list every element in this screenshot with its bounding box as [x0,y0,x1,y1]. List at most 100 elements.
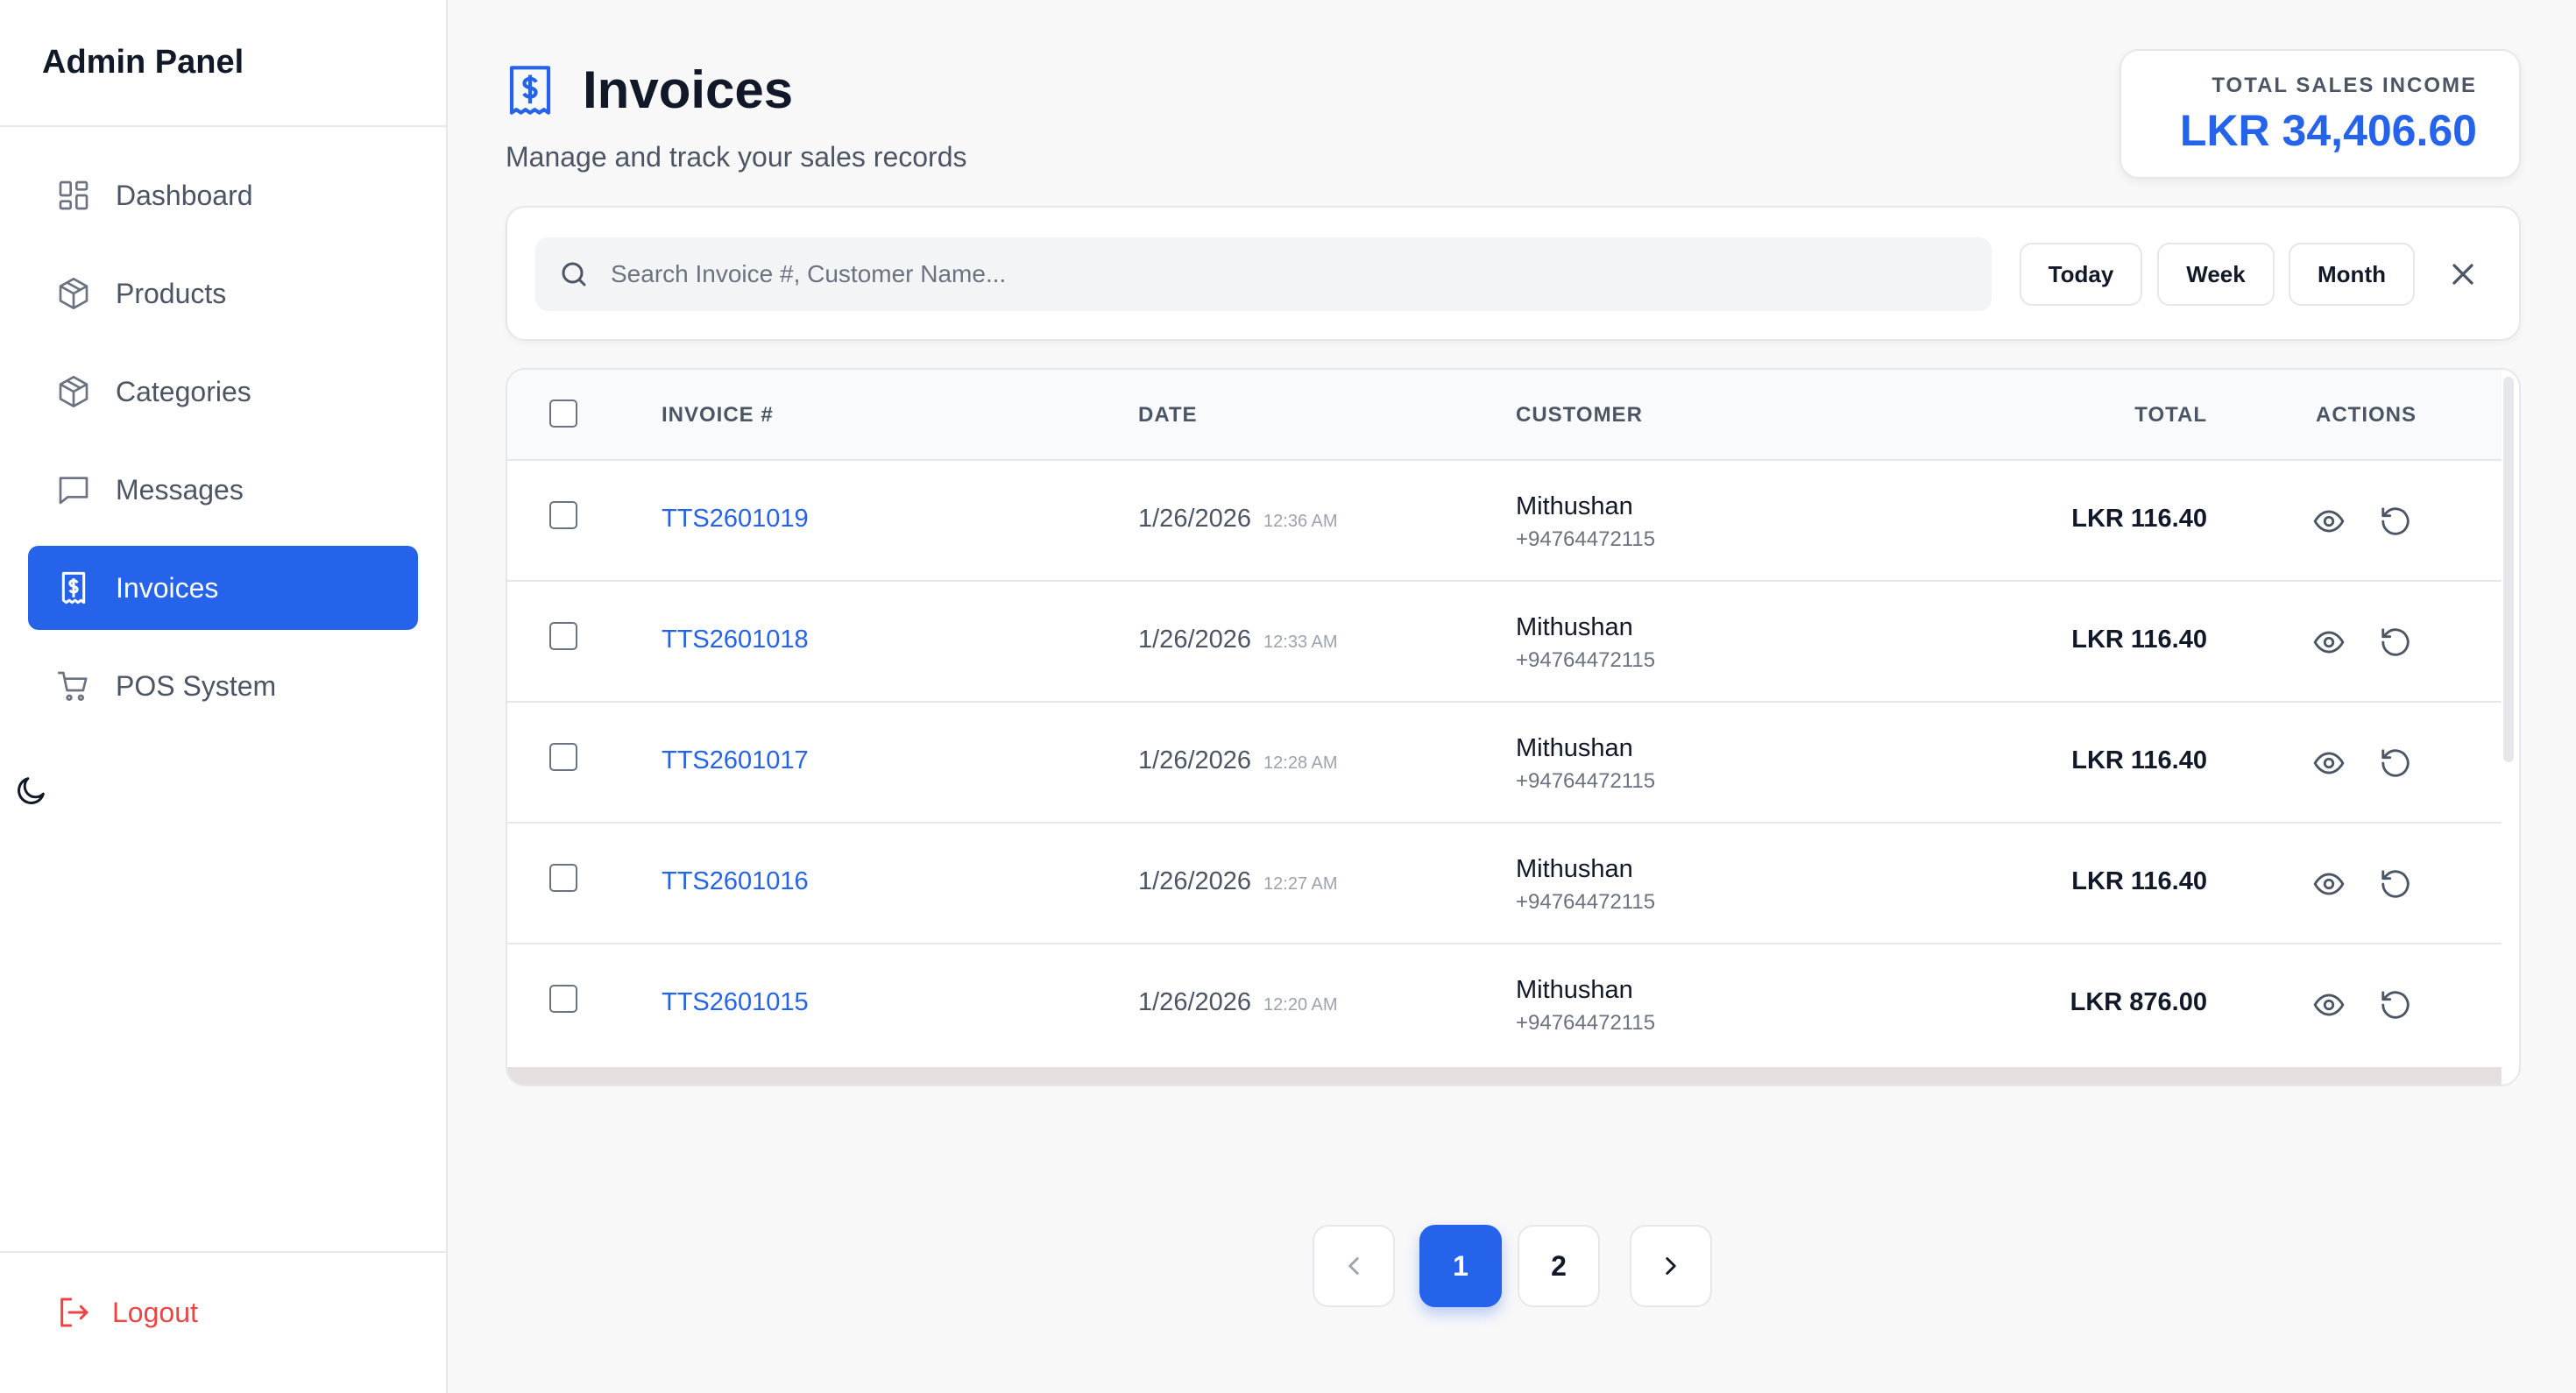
sidebar-item-pos-system[interactable]: POS System [28,644,418,728]
refund-button[interactable] [2379,988,2412,1022]
view-button[interactable] [2312,988,2346,1022]
view-button[interactable] [2312,505,2346,538]
sidebar-item-categories[interactable]: Categories [28,350,418,434]
page-button-2[interactable]: 2 [1518,1225,1600,1307]
customer-name: Mithushan [1516,613,1633,641]
table-header: INVOICE # DATE CUSTOMER TOTAL ACTIONS [507,370,2502,461]
prev-page-button[interactable] [1313,1225,1395,1307]
filter-week-button[interactable]: Week [2157,243,2275,306]
sidebar-item-invoices[interactable]: Invoices [28,546,418,630]
time-value: 12:28 AM [1263,753,1338,773]
next-page-button[interactable] [1630,1225,1712,1307]
invoice-link[interactable]: TTS2601016 [662,867,809,896]
customer-phone: +94764472115 [1516,890,1656,914]
sidebar-item-label: Categories [116,375,251,407]
customer-name: Mithushan [1516,976,1633,1004]
dashboard-icon [56,178,91,213]
column-invoice[interactable]: INVOICE # [662,403,774,428]
sidebar-item-label: POS System [116,669,277,702]
row-checkbox[interactable] [549,501,577,529]
search-input[interactable] [611,260,1925,288]
date-value: 1/26/2026 [1138,988,1252,1016]
sidebar-item-messages[interactable]: Messages [28,448,418,532]
sidebar-item-label: Products [116,277,227,309]
view-button[interactable] [2312,626,2346,659]
undo-icon [2381,870,2410,898]
invoice-link[interactable]: TTS2601015 [662,988,809,1017]
horizontal-scrollbar[interactable] [507,1067,2502,1085]
invoice-link[interactable]: TTS2601019 [662,505,809,534]
cart-icon [56,668,91,704]
table-row[interactable]: TTS2601016 1/26/2026 12:27 AM Mithushan +… [507,824,2502,944]
column-date[interactable]: DATE [1138,403,1198,428]
undo-icon [2381,749,2410,777]
column-customer[interactable]: CUSTOMER [1516,403,1643,428]
row-checkbox[interactable] [549,743,577,771]
refund-button[interactable] [2379,626,2412,659]
select-all-checkbox[interactable] [549,400,577,428]
eye-icon [2313,752,2345,774]
logout-icon [60,1298,88,1327]
chevron-left-icon [1348,1257,1359,1275]
invoice-date: 1/26/2026 12:20 AM [1138,988,1338,1017]
customer-phone: +94764472115 [1516,769,1656,793]
customer-phone: +94764472115 [1516,1011,1656,1035]
search-box[interactable] [535,237,1992,311]
vertical-scrollbar[interactable] [2503,377,2514,762]
invoice-date: 1/26/2026 12:36 AM [1138,505,1338,534]
message-icon [56,472,91,507]
table-row[interactable]: TTS2601019 1/26/2026 12:36 AM Mithushan +… [507,461,2502,582]
row-checkbox[interactable] [549,864,577,892]
logout-button[interactable]: Logout [56,1295,198,1330]
invoice-link[interactable]: TTS2601017 [662,746,809,775]
table-row[interactable]: TTS2601017 1/26/2026 12:28 AM Mithushan +… [507,703,2502,824]
total-sales-value: LKR 34,406.60 [2179,106,2477,155]
filter-month-button[interactable]: Month [2289,243,2415,306]
invoice-link[interactable]: TTS2601018 [662,626,809,654]
date-value: 1/26/2026 [1138,505,1252,533]
row-checkbox[interactable] [549,622,577,650]
total-sales-card: TOTAL SALES INCOME LKR 34,406.60 [2120,49,2521,179]
page-title: Invoices [583,60,794,119]
invoice-total: LKR 116.40 [2071,867,2207,895]
table-row[interactable]: TTS2601015 1/26/2026 12:20 AM Mithushan +… [507,944,2502,1065]
invoice-date: 1/26/2026 12:33 AM [1138,626,1338,654]
eye-icon [2313,993,2345,1016]
customer-name: Mithushan [1516,492,1633,520]
row-checkbox[interactable] [549,985,577,1013]
undo-icon [2381,991,2410,1019]
view-button[interactable] [2312,746,2346,780]
invoices-table: INVOICE # DATE CUSTOMER TOTAL ACTIONS TT… [506,368,2521,1086]
refund-button[interactable] [2379,746,2412,780]
logout-label: Logout [112,1296,198,1328]
sidebar-item-label: Invoices [116,571,219,604]
view-button[interactable] [2312,867,2346,901]
invoice-total: LKR 876.00 [2070,988,2207,1016]
customer-phone: +94764472115 [1516,527,1656,551]
total-sales-label: TOTAL SALES INCOME [2212,74,2477,97]
customer-name: Mithushan [1516,734,1633,762]
column-actions: ACTIONS [2316,403,2417,427]
time-value: 12:27 AM [1263,874,1338,894]
sidebar-nav: Dashboard Products Categories Messages I… [0,127,446,728]
sidebar-item-dashboard[interactable]: Dashboard [28,153,418,237]
customer-phone: +94764472115 [1516,648,1656,672]
theme-toggle-button[interactable] [14,773,49,808]
page-button-1[interactable]: 1 [1419,1225,1502,1307]
refund-button[interactable] [2379,505,2412,538]
table-row[interactable]: TTS2601018 1/26/2026 12:33 AM Mithushan +… [507,582,2502,703]
date-value: 1/26/2026 [1138,626,1252,654]
clear-filter-button[interactable] [2445,257,2480,292]
invoice-date: 1/26/2026 12:27 AM [1138,867,1338,896]
invoice-icon [56,570,91,605]
time-value: 12:33 AM [1263,633,1338,652]
time-value: 12:20 AM [1263,995,1338,1015]
filter-today-button[interactable]: Today [2020,243,2142,306]
refund-button[interactable] [2379,867,2412,901]
invoice-date: 1/26/2026 12:28 AM [1138,746,1338,775]
date-value: 1/26/2026 [1138,746,1252,774]
sidebar-item-products[interactable]: Products [28,251,418,336]
eye-icon [2313,510,2345,533]
time-value: 12:36 AM [1263,512,1338,531]
column-total[interactable]: TOTAL [2118,403,2207,428]
